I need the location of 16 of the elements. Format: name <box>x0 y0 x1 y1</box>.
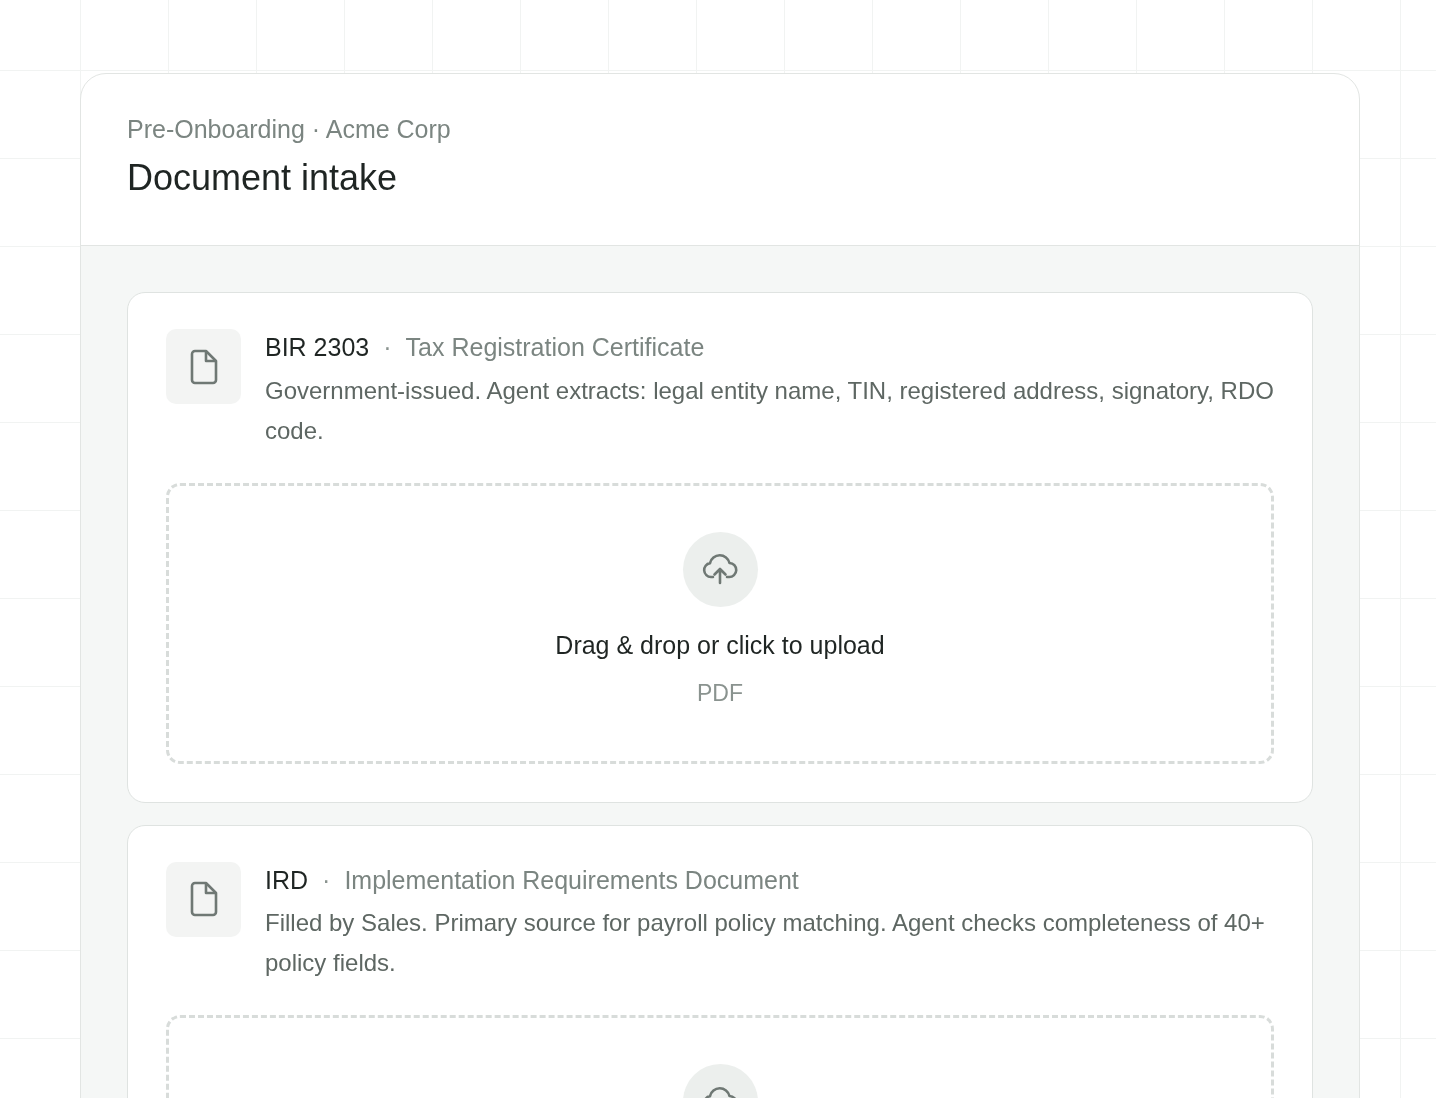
document-code: BIR 2303 <box>265 332 370 364</box>
separator-dot: · <box>383 332 392 364</box>
document-code: IRD <box>265 864 309 896</box>
file-icon <box>188 348 219 385</box>
document-name: Tax Registration Certificate <box>405 332 705 364</box>
document-description: Filled by Sales. Primary source for payroll policy matching. Agent checks completeness of 40+ policy fields. <box>265 908 1266 979</box>
breadcrumb: Pre-Onboarding · Acme Corp <box>127 114 452 144</box>
document-description: Government-issued. Agent extracts: legal entity name, TIN, registered address, signatory, RDO code. <box>265 375 1274 446</box>
upload-dropzone[interactable]: Drag & drop or click to upload PDF <box>166 482 1274 764</box>
cloud-upload-icon <box>702 553 738 586</box>
document-name: Implementation Requirements Document <box>344 864 799 896</box>
file-icon <box>188 881 219 918</box>
page-title: Document intake <box>127 156 399 200</box>
separator-dot: · <box>322 864 331 896</box>
accepted-format: PDF <box>697 679 743 709</box>
upload-prompt: Drag & drop or click to upload <box>555 629 885 661</box>
